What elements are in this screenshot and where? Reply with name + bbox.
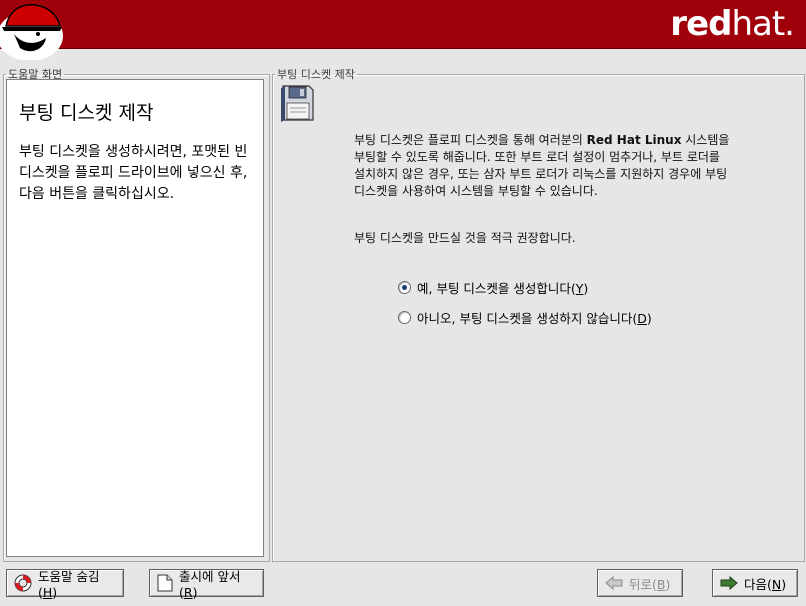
release-notes-button[interactable]: 출시에 앞서(R) [149, 569, 264, 600]
hide-help-label: 도움말 숨김(H) [38, 569, 100, 600]
back-label: 뒤로(B) [629, 576, 671, 592]
lifebuoy-icon [14, 574, 32, 592]
redhat-wordmark: redhat. [670, 4, 795, 44]
header-banner: redhat. [0, 0, 806, 60]
radio-create-label: 예, 부팅 디스켓을 생성합니다(Y) [417, 281, 589, 296]
next-button[interactable]: 다음(N) [712, 569, 798, 597]
shadowman-logo [0, 4, 63, 60]
back-button[interactable]: 뒤로(B) [597, 569, 683, 597]
radio-skip-boot-disk[interactable]: 아니오, 부팅 디스켓을 생성하지 않습니다(D) [398, 308, 652, 327]
recommendation-text: 부팅 디스켓을 만드실 것을 적극 권장합니다. [354, 231, 576, 245]
radio-skip-label: 아니오, 부팅 디스켓을 생성하지 않습니다(D) [417, 311, 652, 326]
help-title: 부팅 디스켓 제작 [19, 102, 154, 124]
main-frame-legend: 부팅 디스켓 제작 [277, 68, 355, 81]
help-pane: 부팅 디스켓 제작 부팅 디스켓을 생성하시려면, 포맷된 빈 디스켓을 플로피… [6, 79, 264, 557]
arrow-left-icon [605, 576, 623, 590]
radio-create-boot-disk[interactable]: 예, 부팅 디스켓을 생성합니다(Y) [398, 278, 588, 297]
hide-help-button[interactable]: 도움말 숨김(H) [6, 569, 124, 600]
document-icon [157, 574, 173, 592]
arrow-right-icon [720, 576, 738, 590]
floppy-disk-icon [281, 85, 314, 122]
next-label: 다음(N) [744, 576, 787, 592]
radio-button[interactable] [398, 311, 411, 324]
help-body: 부팅 디스켓을 생성하시려면, 포맷된 빈 디스켓을 플로피 드라이브에 넣으신… [19, 144, 248, 202]
description-text: 부팅 디스켓은 플로피 디스켓을 통해 여러분의 Red Hat Linux 시… [354, 133, 730, 198]
radio-button-selected[interactable] [398, 281, 411, 294]
release-notes-label: 출시에 앞서(R) [179, 569, 241, 600]
